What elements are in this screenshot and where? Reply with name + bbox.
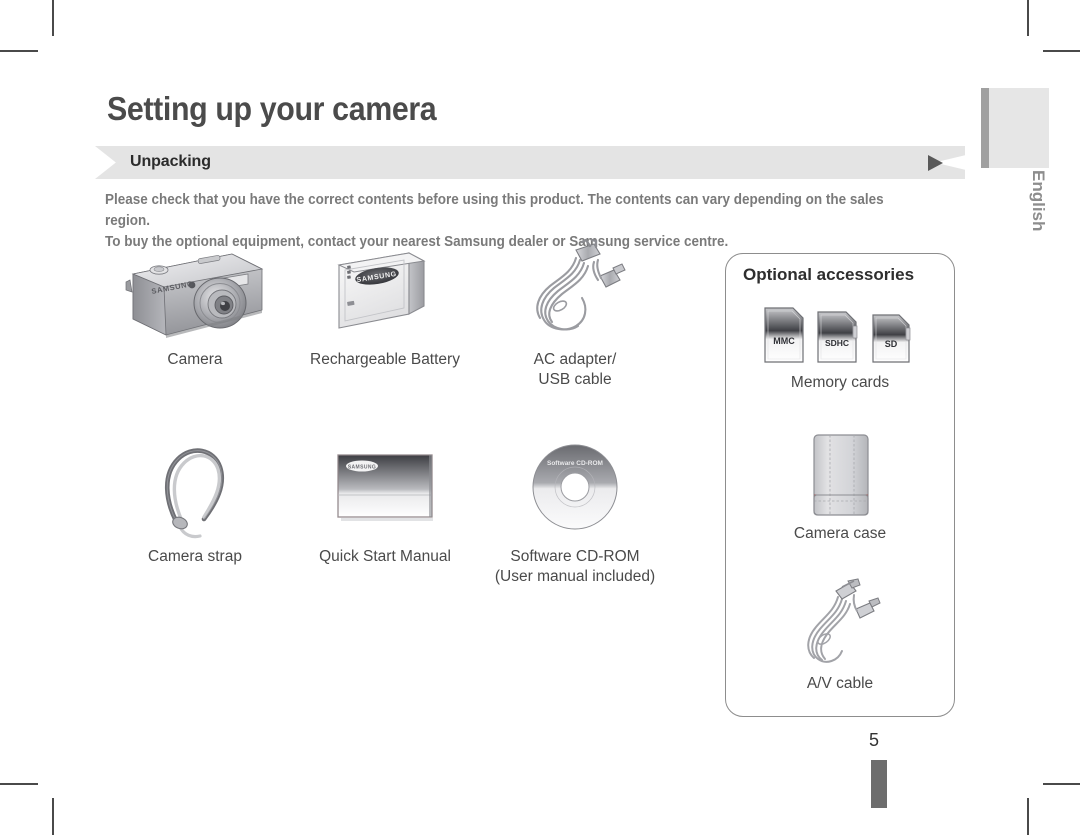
av-cable-icon xyxy=(726,578,954,671)
contents-row: SAMSUNG Camera SAMSUNG Rechargeable Batt… xyxy=(100,238,710,390)
battery-icon: SAMSUNG xyxy=(290,240,480,350)
memory-cards-icon: MMC SDHC SD xyxy=(726,300,954,370)
crop-mark-bottom-left-horizontal xyxy=(0,783,38,785)
section-header-background xyxy=(95,146,965,179)
camera-icon: SAMSUNG xyxy=(100,240,290,350)
optional-item-av-cable: A/V cable xyxy=(726,578,954,693)
svg-text:SAMSUNG: SAMSUNG xyxy=(348,465,376,471)
intro-line-1: Please check that you have the correct c… xyxy=(105,192,884,229)
ac-adapter-usb-cable-icon xyxy=(480,238,670,350)
memory-card-label-sdhc: SDHC xyxy=(825,338,849,348)
content-item-ac-adapter-usb-cable: AC adapter/ USB cable xyxy=(480,238,670,390)
content-item-label: AC adapter/ xyxy=(533,351,617,368)
content-item-label: Quick Start Manual xyxy=(319,548,451,565)
content-item-label: Rechargeable Battery xyxy=(310,351,460,368)
content-item-label: Camera xyxy=(167,351,223,368)
camera-strap-icon xyxy=(100,437,290,547)
page-edge-marker xyxy=(871,760,887,808)
cd-rom-icon: Software CD-ROM xyxy=(480,437,670,547)
contents-row: Camera strap SAMSUNG Quick Start Manual … xyxy=(100,437,710,587)
optional-item-label: Memory cards xyxy=(790,374,890,391)
content-item-battery: SAMSUNG Rechargeable Battery xyxy=(290,240,480,390)
language-tab-box xyxy=(989,88,1049,168)
language-tab-label: English xyxy=(1029,170,1048,232)
crop-mark-bottom-left-vertical xyxy=(52,798,54,835)
section-header-unpacking: Unpacking xyxy=(95,146,965,179)
crop-mark-top-right-vertical xyxy=(1027,0,1029,36)
page-title: Setting up your camera xyxy=(107,90,437,127)
cd-rom-disc-label: Software CD-ROM xyxy=(547,460,603,467)
language-tab-spine xyxy=(981,88,989,168)
optional-item-label: A/V cable xyxy=(806,675,874,692)
crop-mark-top-left-vertical xyxy=(52,0,54,36)
quick-start-manual-icon: SAMSUNG xyxy=(290,437,480,547)
optional-accessories-panel: Optional accessories MMC SDHC SD Memory … xyxy=(725,253,955,717)
content-item-label: Software CD-ROM xyxy=(510,548,640,565)
content-item-label: Camera strap xyxy=(148,548,242,565)
section-header-label: Unpacking xyxy=(130,153,211,170)
memory-card-label-sd: SD xyxy=(885,339,898,349)
crop-mark-top-left-horizontal xyxy=(0,50,38,52)
row-spacer xyxy=(100,390,710,437)
optional-item-label: Camera case xyxy=(793,525,887,542)
content-item-label-2: USB cable xyxy=(538,371,612,388)
content-item-label-2: (User manual included) xyxy=(494,568,656,585)
package-contents-grid: SAMSUNG Camera SAMSUNG Rechargeable Batt… xyxy=(100,238,710,587)
crop-mark-top-right-horizontal xyxy=(1043,50,1080,52)
optional-accessories-title: Optional accessories xyxy=(743,265,915,284)
camera-case-icon xyxy=(726,429,954,521)
optional-item-memory-cards: MMC SDHC SD Memory cards xyxy=(726,300,954,392)
memory-card-label-mmc: MMC xyxy=(773,336,795,346)
play-triangle-icon xyxy=(928,155,943,171)
crop-mark-bottom-right-vertical xyxy=(1027,798,1029,835)
page-number: 5 xyxy=(869,730,880,750)
content-item-camera: SAMSUNG Camera xyxy=(100,240,290,390)
content-item-cd-rom: Software CD-ROM Software CD-ROM (User ma… xyxy=(480,437,670,587)
content-item-quick-start-manual: SAMSUNG Quick Start Manual xyxy=(290,437,480,587)
content-item-camera-strap: Camera strap xyxy=(100,437,290,587)
crop-mark-bottom-right-horizontal xyxy=(1043,783,1080,785)
optional-item-camera-case: Camera case xyxy=(726,429,954,543)
